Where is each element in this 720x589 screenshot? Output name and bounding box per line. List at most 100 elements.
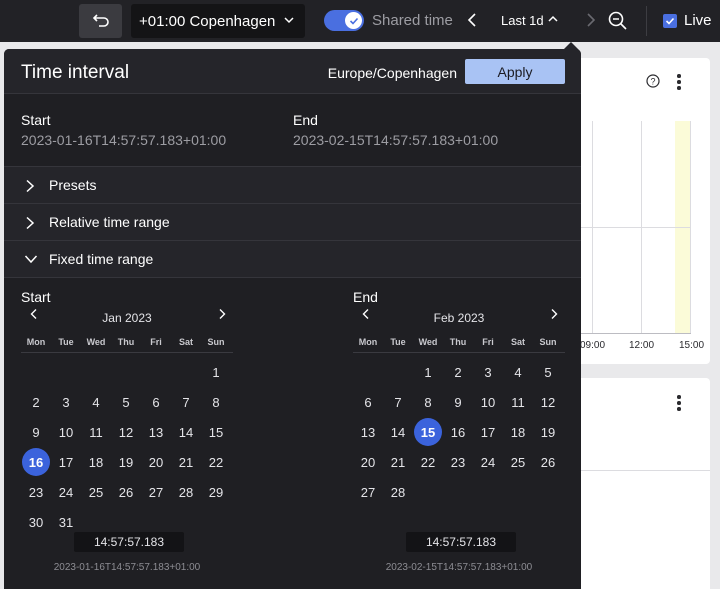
fixed-range-section[interactable]: Fixed time range bbox=[4, 241, 581, 278]
calendar-day[interactable]: 21 bbox=[171, 447, 201, 477]
calendar-day[interactable]: 30 bbox=[21, 507, 51, 537]
weekday-label: Tue bbox=[390, 337, 406, 347]
next-range-icon[interactable] bbox=[583, 12, 597, 28]
weekday-header: Mon Tue Wed Thu Fri Sat Sun bbox=[21, 337, 233, 353]
calendar-day[interactable]: 9 bbox=[21, 417, 51, 447]
previous-range-icon[interactable] bbox=[466, 12, 480, 28]
calendar-day[interactable]: 5 bbox=[533, 357, 563, 387]
zoom-out-icon[interactable] bbox=[607, 10, 629, 32]
calendar-day[interactable]: 1 bbox=[413, 357, 443, 387]
calendar-day[interactable]: 12 bbox=[111, 417, 141, 447]
range-dropdown[interactable]: Last 1d bbox=[501, 13, 544, 28]
weekday-label: Sat bbox=[178, 337, 193, 347]
calendar-day[interactable]: 11 bbox=[503, 387, 533, 417]
top-toolbar: +01:00 Copenhagen Shared time Last 1d Li… bbox=[0, 0, 720, 42]
calendar-day[interactable]: 7 bbox=[171, 387, 201, 417]
next-month-icon[interactable] bbox=[217, 308, 227, 320]
toggle-knob bbox=[345, 12, 362, 29]
chevron-up-icon[interactable] bbox=[547, 13, 559, 25]
calendar-day[interactable]: 1 bbox=[201, 357, 231, 387]
undo-button[interactable] bbox=[79, 4, 122, 38]
calendar-day[interactable]: 2 bbox=[443, 357, 473, 387]
calendar-day[interactable]: 7 bbox=[383, 387, 413, 417]
calendar-day[interactable]: 10 bbox=[473, 387, 503, 417]
live-checkbox[interactable] bbox=[663, 14, 677, 28]
toolbar-divider bbox=[646, 6, 647, 36]
calendar-day[interactable]: 18 bbox=[81, 447, 111, 477]
calendar-day[interactable]: 9 bbox=[443, 387, 473, 417]
calendar-day[interactable]: 8 bbox=[413, 387, 443, 417]
calendar-day[interactable]: 24 bbox=[473, 447, 503, 477]
calendar-day[interactable]: 14 bbox=[171, 417, 201, 447]
calendar-day[interactable]: 17 bbox=[473, 417, 503, 447]
apply-button[interactable]: Apply bbox=[465, 59, 565, 84]
calendar-day[interactable]: 28 bbox=[171, 477, 201, 507]
calendar-day[interactable]: 15 bbox=[201, 417, 231, 447]
end-time-input[interactable]: 14:57:57.183 bbox=[406, 532, 516, 552]
calendar-day[interactable]: 11 bbox=[81, 417, 111, 447]
timezone-select[interactable]: +01:00 Copenhagen bbox=[131, 4, 305, 38]
weekday-label: Wed bbox=[418, 337, 438, 347]
calendar-day[interactable]: 27 bbox=[353, 477, 383, 507]
panel-menu-icon[interactable] bbox=[677, 74, 681, 92]
weekday-label: Sat bbox=[510, 337, 525, 347]
presets-label: Presets bbox=[49, 177, 97, 193]
calendar-day[interactable]: 19 bbox=[111, 447, 141, 477]
calendar-day[interactable]: 24 bbox=[51, 477, 81, 507]
calendar-day[interactable]: 26 bbox=[111, 477, 141, 507]
calendar-day-selected[interactable]: 15 bbox=[414, 418, 442, 446]
calendar-day[interactable]: 26 bbox=[533, 447, 563, 477]
panel-menu-icon[interactable] bbox=[677, 395, 681, 413]
calendar-day[interactable]: 4 bbox=[503, 357, 533, 387]
calendar-day[interactable]: 23 bbox=[21, 477, 51, 507]
calendar-day[interactable]: 17 bbox=[51, 447, 81, 477]
timezone-select-value: +01:00 Copenhagen bbox=[139, 12, 276, 30]
chart-x-axis bbox=[581, 333, 691, 334]
relative-range-section[interactable]: Relative time range bbox=[4, 204, 581, 241]
calendar-day[interactable]: 19 bbox=[533, 417, 563, 447]
second-panel bbox=[560, 378, 710, 589]
calendar-day[interactable]: 13 bbox=[141, 417, 171, 447]
calendar-day[interactable]: 3 bbox=[51, 387, 81, 417]
calendar-day[interactable]: 23 bbox=[443, 447, 473, 477]
popover-timezone: Europe/Copenhagen bbox=[327, 65, 457, 81]
shared-time-toggle[interactable] bbox=[324, 10, 364, 31]
start-calendar-month: Jan 2023 bbox=[102, 311, 152, 325]
popover-header: Time interval Europe/Copenhagen Apply bbox=[4, 49, 581, 94]
weekday-label: Fri bbox=[150, 337, 162, 347]
weekday-label: Wed bbox=[86, 337, 106, 347]
presets-section[interactable]: Presets bbox=[4, 167, 581, 204]
calendar-day[interactable]: 14 bbox=[383, 417, 413, 447]
calendar-day[interactable]: 20 bbox=[353, 447, 383, 477]
calendar-day[interactable]: 16 bbox=[443, 417, 473, 447]
end-value: 2023-02-15T14:57:57.183+01:00 bbox=[293, 132, 499, 148]
calendar-day[interactable]: 27 bbox=[141, 477, 171, 507]
calendar-day[interactable]: 6 bbox=[353, 387, 383, 417]
calendar-day[interactable]: 3 bbox=[473, 357, 503, 387]
calendar-day[interactable]: 21 bbox=[383, 447, 413, 477]
calendar-day[interactable]: 20 bbox=[141, 447, 171, 477]
calendar-day[interactable]: 28 bbox=[383, 477, 413, 507]
calendar-day-selected[interactable]: 16 bbox=[22, 448, 50, 476]
calendar-day[interactable]: 5 bbox=[111, 387, 141, 417]
calendar-day[interactable]: 2 bbox=[21, 387, 51, 417]
calendar-day[interactable]: 10 bbox=[51, 417, 81, 447]
calendar-day[interactable]: 4 bbox=[81, 387, 111, 417]
calendar-day[interactable]: 12 bbox=[533, 387, 563, 417]
calendar-day[interactable]: 22 bbox=[201, 447, 231, 477]
calendar-day[interactable]: 22 bbox=[413, 447, 443, 477]
end-label: End bbox=[293, 112, 318, 128]
calendar-day[interactable]: 25 bbox=[81, 477, 111, 507]
start-time-input[interactable]: 14:57:57.183 bbox=[74, 532, 184, 552]
calendar-day[interactable]: 29 bbox=[201, 477, 231, 507]
calendar-day[interactable]: 8 bbox=[201, 387, 231, 417]
calendar-day[interactable]: 18 bbox=[503, 417, 533, 447]
fixed-range-label: Fixed time range bbox=[49, 251, 154, 267]
next-month-icon[interactable] bbox=[549, 308, 559, 320]
time-interval-popover: Time interval Europe/Copenhagen Apply St… bbox=[4, 49, 581, 589]
calendar-day[interactable]: 13 bbox=[353, 417, 383, 447]
x-tick-label: 09:00 bbox=[580, 340, 606, 351]
help-icon[interactable]: ? bbox=[646, 74, 660, 88]
calendar-day[interactable]: 6 bbox=[141, 387, 171, 417]
calendar-day[interactable]: 25 bbox=[503, 447, 533, 477]
